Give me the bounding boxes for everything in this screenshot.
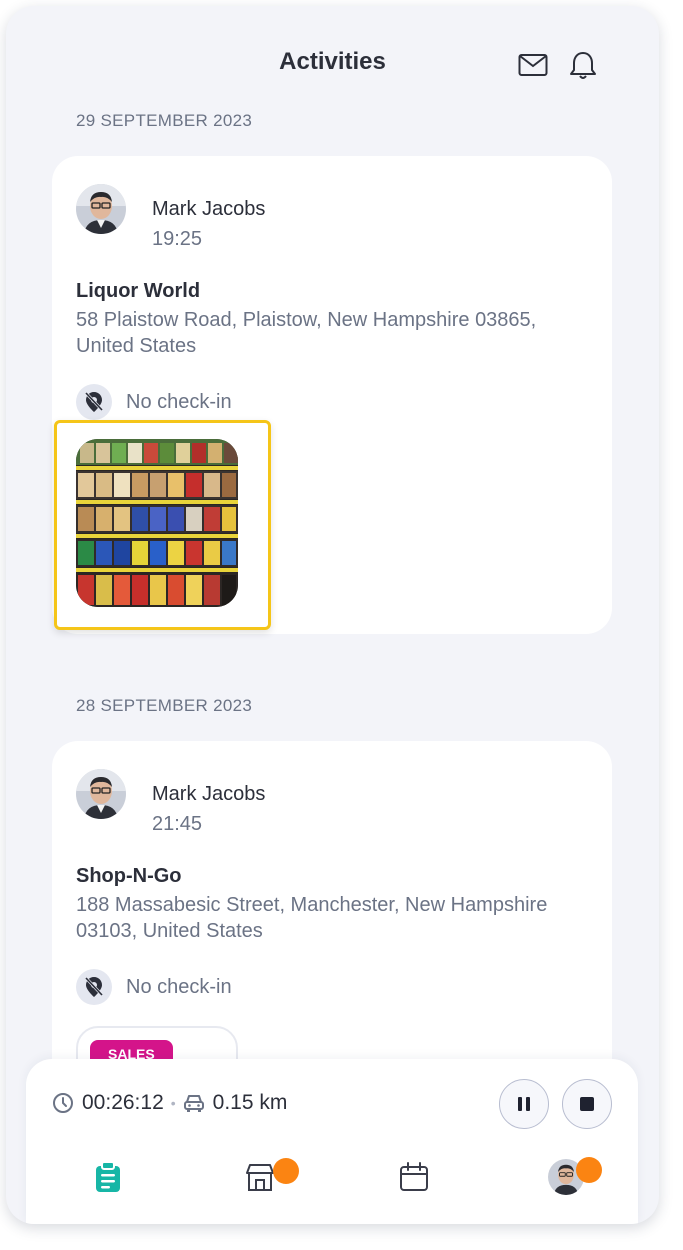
location-off-icon xyxy=(76,384,112,420)
location-off-icon xyxy=(76,969,112,1005)
bell-icon[interactable] xyxy=(566,48,600,82)
pause-icon xyxy=(518,1097,530,1111)
store-shelf-photo[interactable] xyxy=(76,439,238,607)
checkin-label: No check-in xyxy=(126,975,232,998)
store-notification-badge xyxy=(273,1158,299,1184)
checkin-status: No check-in xyxy=(76,969,232,1005)
elapsed-time: 00:26:12 xyxy=(82,1091,164,1114)
car-icon xyxy=(183,1093,205,1113)
separator-dot: • xyxy=(170,1095,176,1111)
checkin-label: No check-in xyxy=(126,390,232,413)
header: Activities xyxy=(6,6,659,106)
profile-notification-badge xyxy=(576,1157,602,1183)
photo-highlight[interactable] xyxy=(54,420,271,630)
pause-button[interactable] xyxy=(499,1079,549,1129)
date-label: 29 SEPTEMBER 2023 xyxy=(76,111,253,130)
user-name: Mark Jacobs xyxy=(152,198,266,220)
store-address: 58 Plaistow Road, Plaistow, New Hampshir… xyxy=(76,309,537,357)
distance: 0.15 km xyxy=(212,1091,288,1114)
stop-button[interactable] xyxy=(562,1079,612,1129)
bottom-panel: 00:26:12 • 0.15 km xyxy=(26,1059,638,1224)
clock-icon xyxy=(52,1092,74,1114)
activity-time: 19:25 xyxy=(152,228,203,250)
date-label: 28 SEPTEMBER 2023 xyxy=(76,696,253,715)
store-name: Liquor World xyxy=(76,280,201,302)
store-address: 188 Massabesic Street, Manchester, New H… xyxy=(76,894,548,942)
nav-calendar-icon[interactable] xyxy=(394,1157,434,1197)
mail-icon[interactable] xyxy=(516,48,550,82)
store-name: Shop-N-Go xyxy=(76,865,182,887)
avatar xyxy=(76,184,126,234)
stop-icon xyxy=(580,1097,594,1111)
activity-time: 21:45 xyxy=(152,813,203,835)
user-name: Mark Jacobs xyxy=(152,783,266,805)
app-screen: Activities 29 SEPTEMBER 2023 Mark Jacobs… xyxy=(6,6,659,1224)
activity-card[interactable]: Mark Jacobs 19:25 Liquor World 58 Plaist… xyxy=(52,156,612,634)
nav-activities-icon[interactable] xyxy=(88,1157,128,1197)
tracker-row: 00:26:12 • 0.15 km xyxy=(52,1091,287,1115)
avatar xyxy=(76,769,126,819)
checkin-status: No check-in xyxy=(76,384,232,420)
page-title: Activities xyxy=(279,48,386,75)
